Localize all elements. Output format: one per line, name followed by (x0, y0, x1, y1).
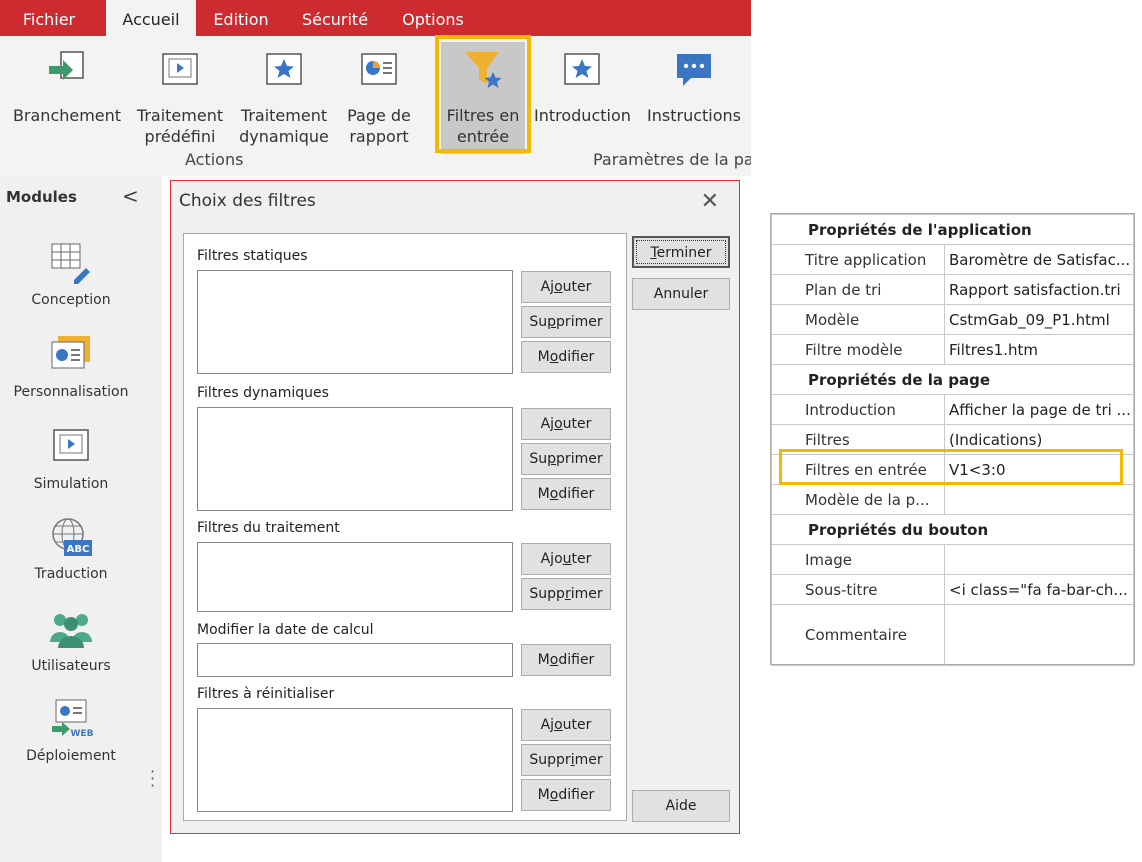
modifier-date-button[interactable]: Modifier (521, 644, 611, 676)
module-conception-label: Conception (31, 292, 111, 308)
grid-pencil-icon (51, 243, 90, 284)
supprimer-reinit-button[interactable]: Supprimer (521, 744, 611, 776)
table-row[interactable]: Modèle de la p... (771, 484, 1134, 515)
filters-group: Filtres statiques Ajouter Supprimer Modi… (183, 233, 627, 821)
list-filtres-statiques[interactable] (197, 270, 513, 374)
module-simulation[interactable]: Simulation (0, 426, 142, 492)
traitement-predefini-button[interactable]: Traitement prédéfini (132, 48, 228, 147)
tab-securite[interactable]: Sécurité (292, 0, 378, 36)
aide-button[interactable]: Aide (632, 790, 730, 822)
ajouter-dynamiques-button[interactable]: Ajouter (521, 408, 611, 440)
module-utilisateurs[interactable]: Utilisateurs (0, 608, 142, 674)
list-filtres-reinit[interactable] (197, 708, 513, 812)
module-utilisateurs-label: Utilisateurs (31, 658, 111, 674)
label-date-calcul: Modifier la date de calcul (197, 622, 374, 638)
modifier-statiques-button[interactable]: Modifier (521, 341, 611, 373)
svg-text:ABC: ABC (67, 544, 90, 555)
tab-options[interactable]: Options (388, 0, 478, 36)
supprimer-statiques-button[interactable]: Supprimer (521, 306, 611, 338)
instructions-label: Instructions (647, 106, 741, 125)
chat-bubble-icon (677, 54, 711, 86)
ribbon: Branchement Traitement prédéfini Traitem… (0, 36, 751, 176)
video-icon (162, 53, 198, 85)
collapse-button[interactable]: < (122, 184, 139, 208)
close-icon[interactable]: ✕ (701, 189, 719, 214)
tab-fichier[interactable]: Fichier (0, 0, 98, 36)
report-cards-icon (51, 336, 90, 369)
annuler-button[interactable]: Annuler (632, 278, 730, 310)
module-personnalisation[interactable]: Personnalisation (0, 334, 142, 400)
module-conception[interactable]: Conception (0, 242, 142, 308)
module-traduction[interactable]: ABC Traduction (0, 516, 142, 582)
page-rapport-label-2: rapport (349, 127, 409, 146)
table-row[interactable]: Modèle CstmGab_09_P1.html (771, 304, 1134, 335)
terminer-button[interactable]: Terminer (632, 236, 730, 268)
list-filtres-traitement[interactable] (197, 542, 513, 612)
module-traduction-label: Traduction (34, 566, 108, 582)
module-personnalisation-label: Personnalisation (13, 384, 129, 400)
users-icon (50, 614, 92, 648)
properties-panel: Propriétés de l'application Titre applic… (770, 213, 1135, 666)
video-icon (53, 429, 89, 461)
supprimer-dynamiques-button[interactable]: Supprimer (521, 443, 611, 475)
filter-dialog: Choix des filtres ✕ Filtres statiques Aj… (170, 180, 740, 834)
globe-abc-icon: ABC (52, 518, 92, 556)
section-app-properties: Propriétés de l'application (771, 214, 1134, 245)
supprimer-traitement-button[interactable]: Supprimer (521, 578, 611, 610)
ribbon-tab-bar: Fichier Accueil Edition Sécurité Options (0, 0, 751, 36)
instructions-button[interactable]: Instructions (646, 48, 742, 126)
ajouter-traitement-button[interactable]: Ajouter (521, 543, 611, 575)
report-icon (361, 53, 397, 85)
table-row[interactable]: Commentaire (771, 604, 1134, 666)
modules-panel: Modules < Conception Personnalisation Si… (0, 176, 162, 862)
label-filtres-reinit: Filtres à réinitialiser (197, 686, 335, 702)
modifier-reinit-button[interactable]: Modifier (521, 779, 611, 811)
page-rapport-label-1: Page de (347, 106, 411, 125)
table-row[interactable]: Introduction Afficher la page de tri ... (771, 394, 1134, 425)
table-row[interactable]: Plan de tri Rapport satisfaction.tri (771, 274, 1134, 305)
section-page-properties: Propriétés de la page (771, 364, 1134, 395)
branchement-label: Branchement (12, 106, 122, 125)
group-label-actions: Actions (185, 150, 244, 169)
section-button-properties: Propriétés du bouton (771, 514, 1134, 545)
table-row[interactable]: Sous-titre <i class="fa fa-bar-ch... (771, 574, 1134, 605)
date-calcul-field[interactable] (197, 643, 513, 677)
web-deploy-icon: WEB (52, 699, 94, 739)
traitement-predefini-label-1: Traitement (136, 106, 224, 125)
label-filtres-dynamiques: Filtres dynamiques (197, 385, 329, 401)
label-filtres-traitement: Filtres du traitement (197, 520, 340, 536)
introduction-button[interactable]: Introduction (534, 48, 631, 126)
traitement-dynamique-label-1: Traitement (240, 106, 328, 125)
tab-accueil[interactable]: Accueil (106, 0, 196, 36)
highlight-filtres-entree (435, 35, 531, 153)
svg-text:WEB: WEB (71, 729, 94, 739)
table-row[interactable]: Filtre modèle Filtres1.htm (771, 334, 1134, 365)
ajouter-statiques-button[interactable]: Ajouter (521, 271, 611, 303)
module-deploiement[interactable]: WEB Déploiement (0, 698, 142, 764)
traitement-predefini-label-2: prédéfini (144, 127, 216, 146)
traitement-dynamique-button[interactable]: Traitement dynamique (236, 48, 332, 147)
properties-table: Propriétés de l'application Titre applic… (771, 214, 1134, 666)
introduction-label: Introduction (534, 106, 631, 125)
module-simulation-label: Simulation (33, 476, 109, 492)
resize-grip-icon[interactable]: · · · (150, 764, 155, 794)
tab-edition[interactable]: Edition (200, 0, 282, 36)
highlight-filtres-entree-row (779, 449, 1123, 485)
table-row[interactable]: Titre application Baromètre de Satisfac..… (771, 244, 1134, 275)
branchement-button[interactable]: Branchement (12, 48, 122, 126)
branch-icon (49, 51, 84, 80)
list-filtres-dynamiques[interactable] (197, 407, 513, 511)
modules-title: Modules (6, 188, 77, 206)
module-deploiement-label: Déploiement (26, 748, 116, 764)
traitement-dynamique-label-2: dynamique (239, 127, 329, 146)
table-row[interactable]: Image (771, 544, 1134, 575)
dialog-title: Choix des filtres (179, 191, 316, 211)
label-filtres-statiques: Filtres statiques (197, 248, 308, 264)
modifier-dynamiques-button[interactable]: Modifier (521, 478, 611, 510)
star-page-icon (564, 53, 600, 85)
ajouter-reinit-button[interactable]: Ajouter (521, 709, 611, 741)
group-label-parametres: Paramètres de la page (593, 150, 751, 169)
star-page-icon (266, 53, 302, 85)
page-rapport-button[interactable]: Page de rapport (340, 48, 418, 147)
